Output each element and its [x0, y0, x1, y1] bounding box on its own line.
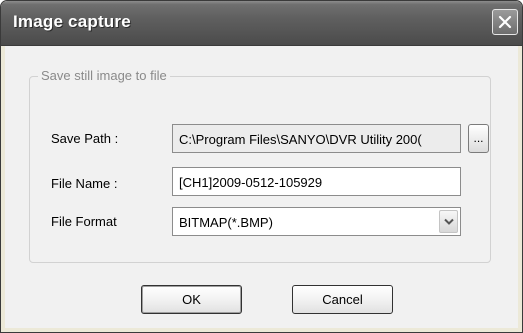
file-name-label: File Name :: [51, 176, 118, 191]
chevron-down-icon: [444, 218, 454, 225]
dropdown-button[interactable]: [439, 210, 458, 233]
dialog-title: Image capture: [13, 12, 131, 31]
close-button[interactable]: [492, 9, 518, 35]
group-title: Save still image to file: [38, 68, 170, 83]
save-path-label: Save Path :: [51, 131, 119, 146]
close-x-icon: [498, 15, 512, 29]
file-format-selected: BITMAP(*.BMP): [179, 215, 273, 230]
browse-button[interactable]: ...: [468, 124, 489, 153]
image-capture-dialog: Image capture Save still image to file S…: [0, 0, 523, 333]
save-path-field[interactable]: C:\Program Files\SANYO\DVR Utility 200(: [172, 124, 461, 153]
cancel-button[interactable]: Cancel: [292, 285, 393, 314]
dialog-body: Save still image to file Save Path : C:\…: [5, 46, 518, 328]
file-name-input[interactable]: [CH1]2009-0512-105929: [172, 167, 461, 196]
save-still-image-group: Save still image to file Save Path : C:\…: [29, 68, 491, 263]
ok-button[interactable]: OK: [141, 285, 242, 314]
file-format-label: File Format: [51, 214, 117, 229]
file-format-select[interactable]: BITMAP(*.BMP): [172, 207, 461, 236]
title-bar[interactable]: Image capture: [1, 1, 522, 46]
